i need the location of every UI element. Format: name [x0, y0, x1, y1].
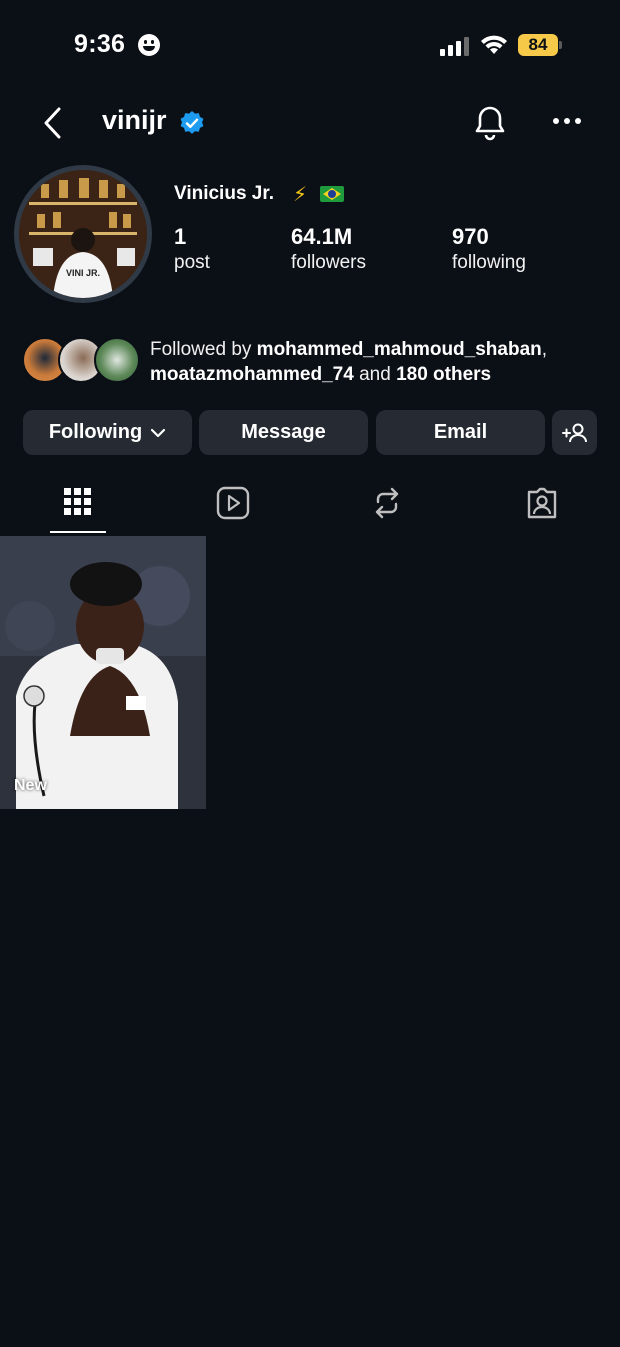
posts-label[interactable]: post: [174, 252, 210, 274]
chevron-down-icon: [151, 428, 166, 437]
battery-tip: [559, 41, 562, 49]
following-button[interactable]: Following: [23, 410, 192, 455]
suggest-people-button[interactable]: [552, 410, 597, 455]
back-icon[interactable]: [40, 106, 66, 145]
verified-icon: [179, 110, 205, 141]
profile-username: vinijr: [102, 105, 167, 135]
mutual-avatar-3[interactable]: [94, 337, 140, 383]
wifi-icon: [479, 34, 509, 61]
followed-by-text[interactable]: Followed by mohammed_mahmoud_shaban, moa…: [150, 337, 610, 387]
grid-post-1[interactable]: [0, 536, 206, 809]
email-button[interactable]: Email: [376, 410, 545, 455]
tagged-icon[interactable]: [525, 486, 559, 525]
reposts-icon[interactable]: [372, 486, 402, 525]
bell-icon[interactable]: [472, 104, 508, 147]
posts-count[interactable]: 1: [174, 224, 186, 250]
profile-full-name: Vinicius Jr.: [174, 183, 274, 204]
jersey-text: VINI JR.: [66, 268, 100, 278]
mutual-user-2: moatazmohammed_74: [150, 364, 354, 385]
battery-indicator: 84: [518, 34, 558, 56]
status-time: 9:36: [74, 30, 126, 58]
reels-icon[interactable]: [216, 486, 250, 525]
add-person-icon: [561, 423, 587, 442]
followers-count[interactable]: 64.1M: [291, 224, 352, 250]
focus-emoji-icon: [138, 34, 160, 56]
active-tab-indicator: [50, 531, 106, 533]
avatar[interactable]: VINI JR.: [19, 170, 147, 298]
grid-icon[interactable]: [64, 486, 92, 523]
message-button[interactable]: Message: [199, 410, 368, 455]
more-icon[interactable]: [552, 112, 582, 130]
followers-label[interactable]: followers: [291, 252, 366, 274]
mutual-others: 180 others: [396, 364, 492, 385]
lightning-emoji: ⚡: [293, 184, 308, 206]
signal-icon: [440, 36, 469, 56]
following-label[interactable]: following: [452, 252, 526, 274]
following-count[interactable]: 970: [452, 224, 489, 250]
new-post-label: New: [14, 777, 47, 794]
mutual-user-1: mohammed_mahmoud_shaban: [256, 339, 542, 360]
brazil-flag-emoji: [320, 186, 344, 202]
